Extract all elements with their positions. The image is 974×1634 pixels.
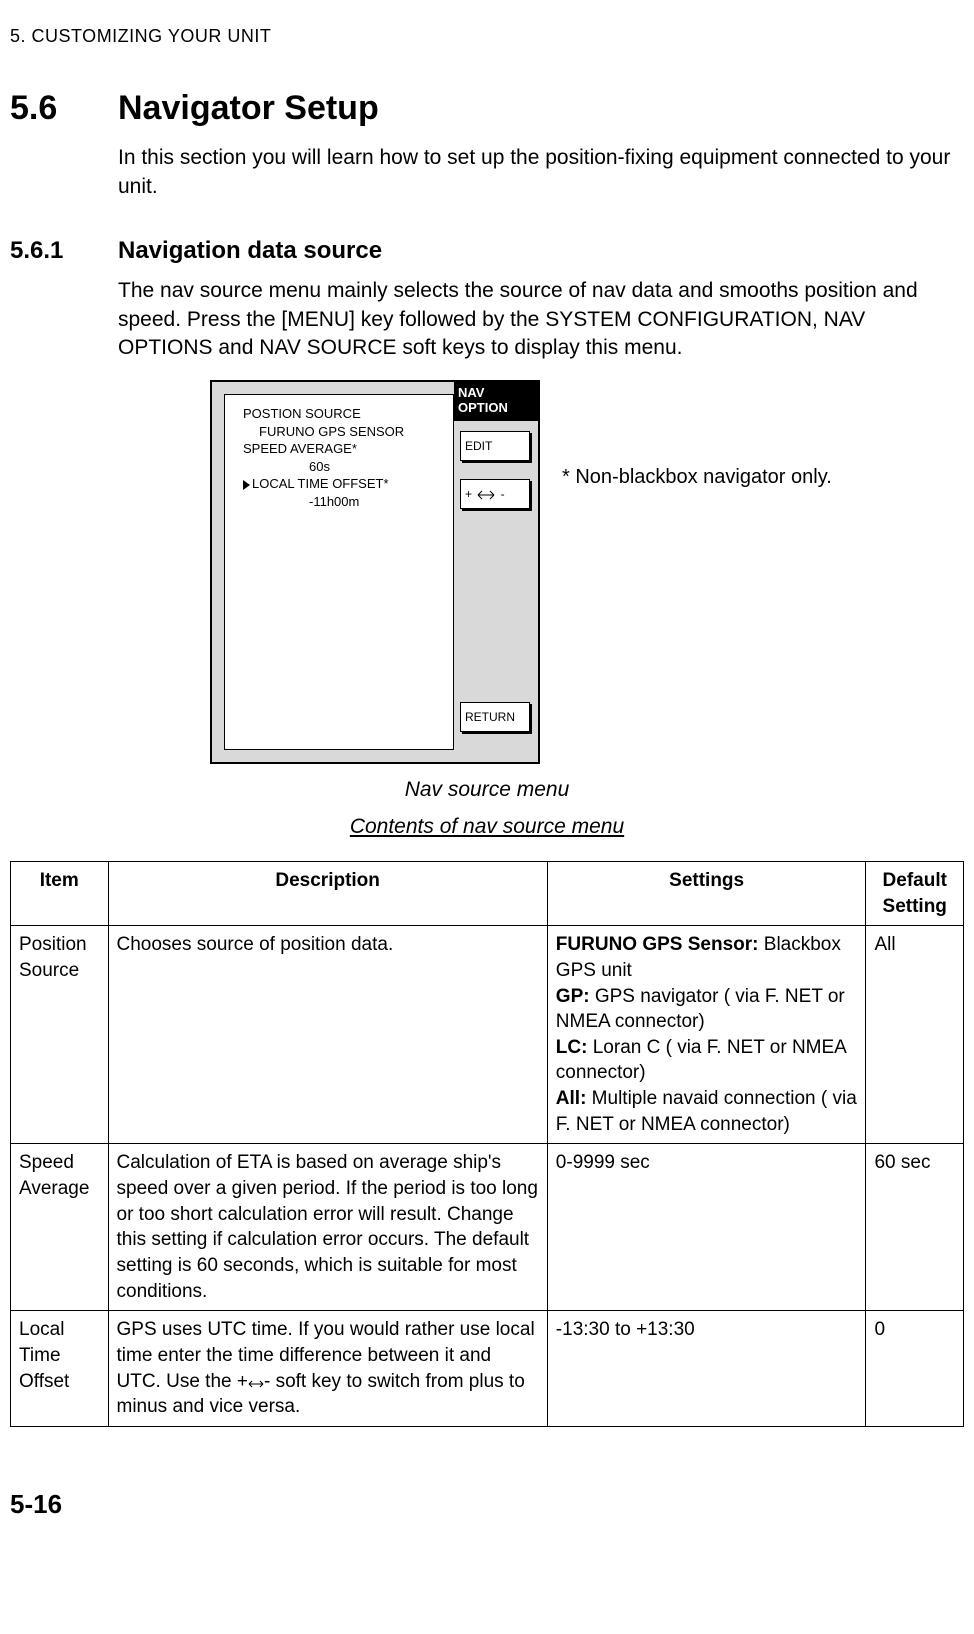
device-softkey-area: NAV OPTION EDIT + - RETURN [454,382,538,762]
setting-text: GPS navigator ( via F. NET or NMEA conne… [556,986,845,1033]
menu-line-local-time-offset: LOCAL TIME OFFSET* [243,475,453,493]
menu-value-speed-average: 60s [309,458,453,476]
device-screen: POSTION SOURCE FURUNO GPS SENSOR SPEED A… [210,380,540,764]
cell-default: 0 [866,1311,964,1427]
double-arrow-icon [477,486,495,502]
nav-source-menu-diagram: POSTION SOURCE FURUNO GPS SENSOR SPEED A… [210,380,964,764]
table-row: Speed Average Calculation of ETA is base… [11,1144,964,1311]
page-number: 5-16 [10,1487,964,1522]
section-heading: 5.6 Navigator Setup [10,86,964,132]
th-settings: Settings [547,861,866,925]
table-row: Local Time Offset GPS uses UTC time. If … [11,1311,964,1427]
subsection-number: 5.6.1 [10,235,118,267]
softkey-edit[interactable]: EDIT [460,431,530,461]
softkey-header: NAV OPTION [454,382,538,421]
setting-label: LC: [556,1037,588,1058]
softkey-header-line1: NAV [458,385,484,400]
table-caption: Contents of nav source menu [10,813,964,841]
cell-description: Calculation of ETA is based on average s… [108,1144,547,1311]
cell-settings: -13:30 to +13:30 [547,1311,866,1427]
diagram-footnote: * Non-blackbox navigator only. [562,464,832,491]
cursor-triangle-icon [243,480,250,490]
section-intro: In this section you will learn how to se… [118,144,964,201]
softkey-minus-label: - [497,487,504,501]
section-title: Navigator Setup [118,86,379,132]
section-number: 5.6 [10,86,118,132]
cell-settings: 0-9999 sec [547,1144,866,1311]
setting-text: Multiple navaid connection ( via F. NET … [556,1088,857,1135]
cell-settings: FURUNO GPS Sensor: Blackbox GPS unit GP:… [547,926,866,1144]
cell-description: GPS uses UTC time. If you would rather u… [108,1311,547,1427]
softkey-header-line2: OPTION [458,400,508,415]
setting-text: Loran C ( via F. NET or NMEA connector) [556,1037,846,1084]
cell-item: Local Time Offset [11,1311,109,1427]
table-row: Position Source Chooses source of positi… [11,926,964,1144]
th-item: Item [11,861,109,925]
menu-line-local-time-offset-label: LOCAL TIME OFFSET* [252,476,389,491]
cell-description: Chooses source of position data. [108,926,547,1144]
chapter-header: 5. CUSTOMIZING YOUR UNIT [10,24,964,48]
menu-value-position-source: FURUNO GPS SENSOR [259,423,453,441]
table-header-row: Item Description Settings Default Settin… [11,861,964,925]
softkey-plus-label: + [465,487,475,501]
setting-label: FURUNO GPS Sensor: [556,934,759,955]
cell-item: Position Source [11,926,109,1144]
setting-label: GP: [556,986,590,1007]
th-description: Description [108,861,547,925]
nav-source-contents-table: Item Description Settings Default Settin… [10,861,964,1427]
cell-item: Speed Average [11,1144,109,1311]
subsection-title: Navigation data source [118,235,382,267]
subsection-heading: 5.6.1 Navigation data source [10,235,964,267]
cell-default: All [866,926,964,1144]
softkey-return[interactable]: RETURN [460,702,530,732]
figure-caption: Nav source menu [10,776,964,804]
double-arrow-icon [248,1371,264,1392]
menu-value-local-time-offset: -11h00m [309,493,453,511]
th-default: Default Setting [866,861,964,925]
device-main-area: POSTION SOURCE FURUNO GPS SENSOR SPEED A… [224,394,454,750]
softkey-plus-minus[interactable]: + - [460,479,530,509]
subsection-text: The nav source menu mainly selects the s… [118,277,964,362]
menu-line-speed-average: SPEED AVERAGE* [243,440,453,458]
setting-label: All: [556,1088,587,1109]
menu-line-position-source: POSTION SOURCE [243,405,453,423]
cell-default: 60 sec [866,1144,964,1311]
